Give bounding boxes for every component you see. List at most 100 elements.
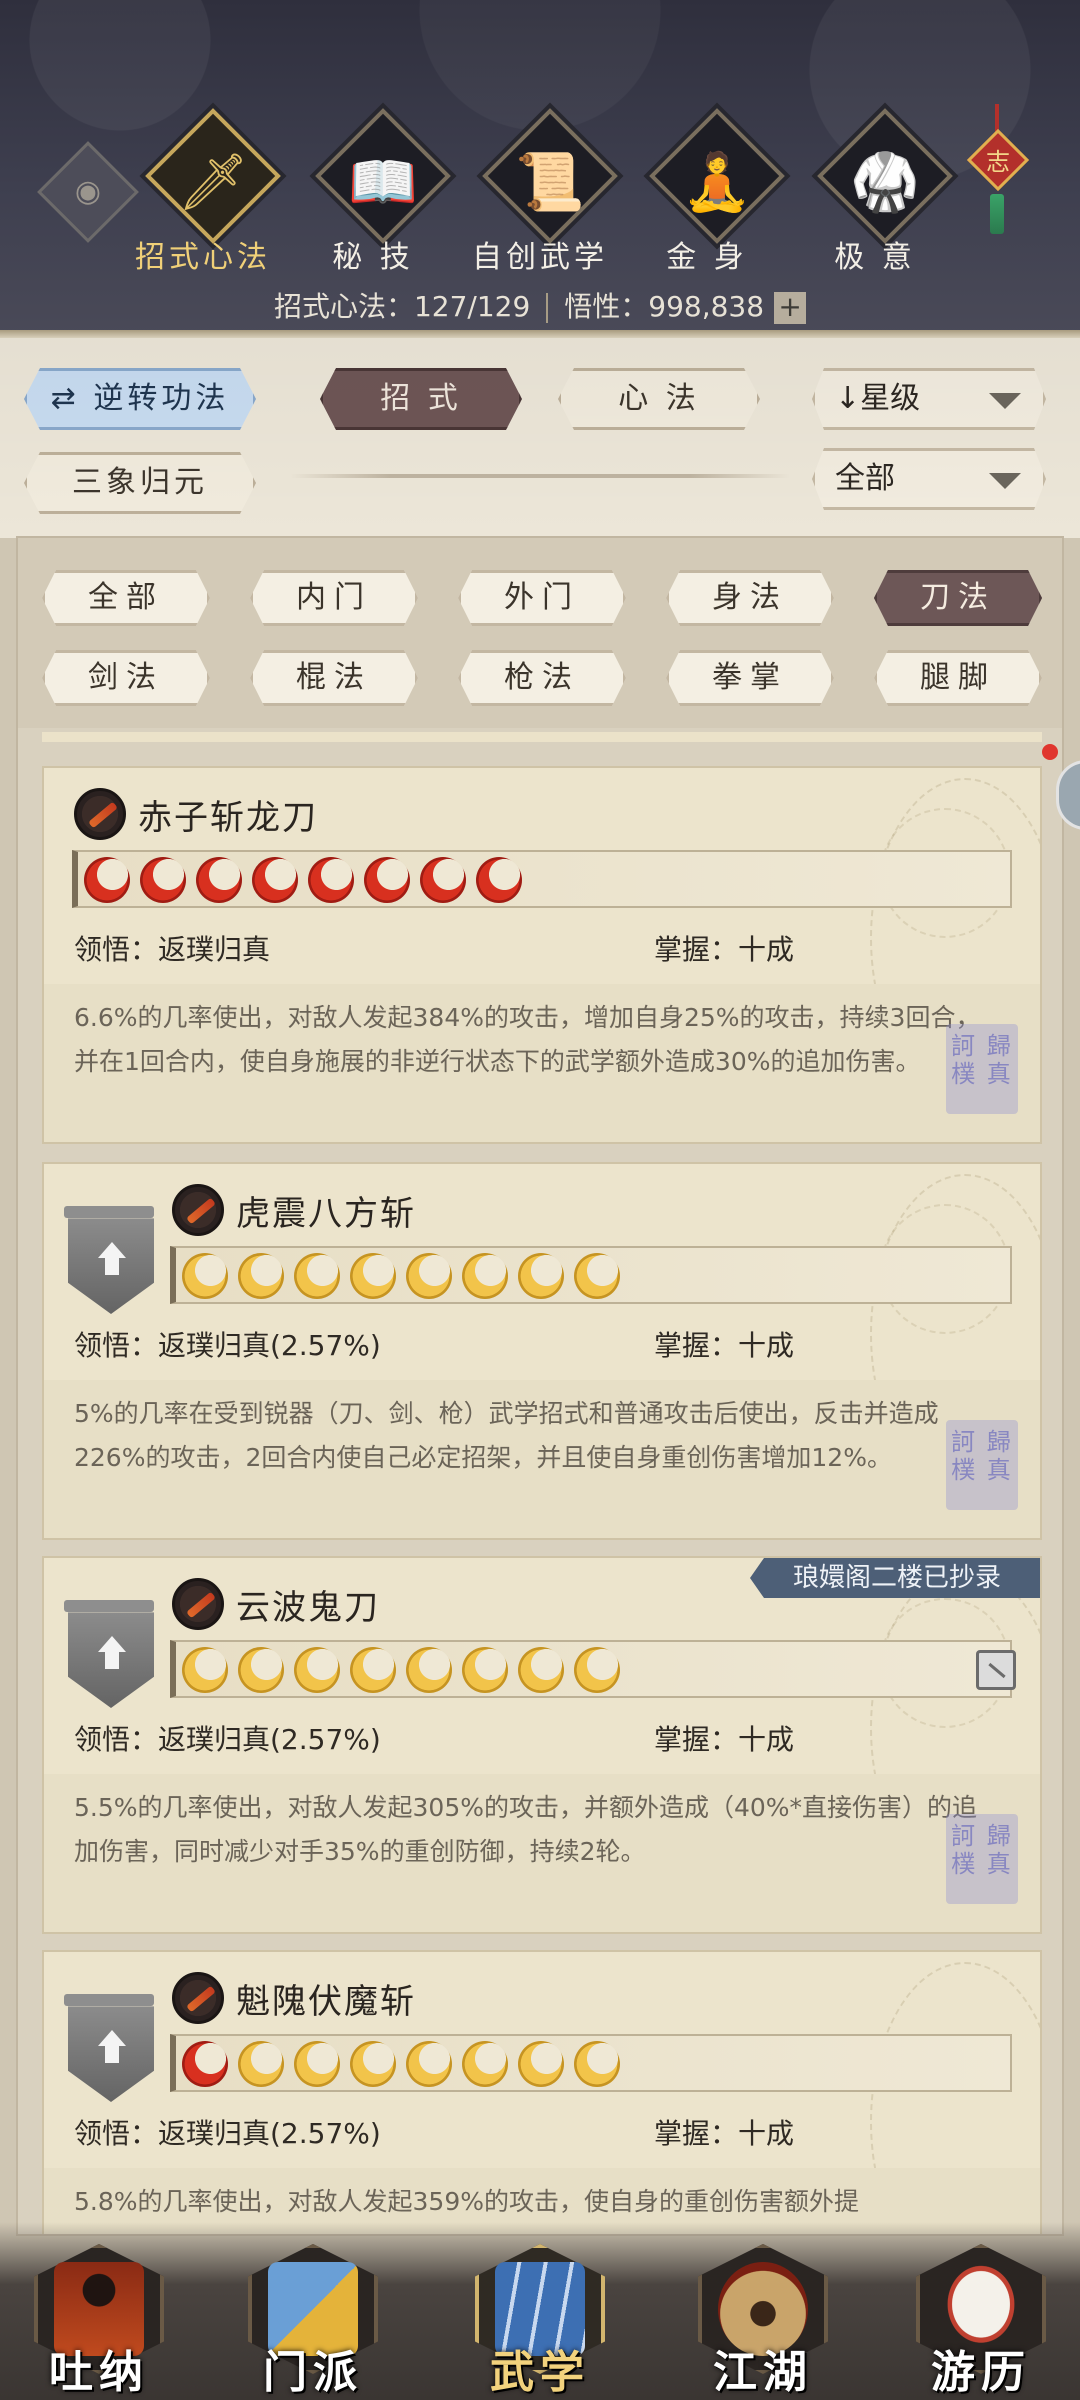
eye-icon: ◉ [74, 174, 102, 209]
scroll-brush-icon: 📜 [515, 150, 585, 215]
tab-moves[interactable]: 招 式 [320, 368, 522, 430]
star-icon [406, 1253, 452, 1299]
tab-self-created[interactable]: 📜 自创武学 [455, 108, 625, 278]
skill-card[interactable]: 魁隗伏魔斩 领悟：返璞归真(2.57%) 掌握：十成 5.8%的几率使出，对敌人… [42, 1950, 1042, 2234]
seal-stamp: 訶 歸 樸 真 [946, 1024, 1018, 1114]
knot-ornament-button[interactable]: 志 [962, 104, 1032, 254]
copy-scroll-icon[interactable] [976, 1650, 1016, 1690]
filter-fist[interactable]: 拳掌 [666, 650, 834, 706]
filter-spear[interactable]: 枪法 [458, 650, 626, 706]
header: ◉ 🗡 招式心法 📖 秘 技 📜 自创武学 🧘 金 身 🥋 极 意 志 招式心法… [0, 0, 1080, 338]
star-icon [238, 2041, 284, 2087]
filter-staff[interactable]: 棍法 [250, 650, 418, 706]
star-icon [476, 857, 522, 903]
star-icon [350, 2041, 396, 2087]
sword-icon: 🗡 [177, 150, 249, 215]
tab-ultimate-intent[interactable]: 🥋 极 意 [790, 108, 960, 278]
upgrade-badge-button[interactable] [68, 1612, 154, 1708]
nav-label: 门派 [263, 2347, 363, 2398]
header-border [0, 330, 1080, 338]
nav-label: 江湖 [713, 2347, 813, 2398]
star-icon [574, 2041, 620, 2087]
star-rating [170, 1640, 1012, 1698]
filter-inner[interactable]: 内门 [250, 570, 418, 626]
tab-mind[interactable]: 心 法 [558, 368, 760, 430]
star-icon [182, 1253, 228, 1299]
filter-blade[interactable]: 刀法 [874, 570, 1042, 626]
star-icon [364, 857, 410, 903]
filter-movement[interactable]: 身法 [666, 570, 834, 626]
mastery-label: 掌握：十成 [654, 933, 795, 966]
reverse-technique-button[interactable]: ⇄ 逆转功法 [24, 368, 256, 430]
star-icon [182, 1647, 228, 1693]
blade-skill-icon [172, 1578, 224, 1630]
skill-card[interactable]: 琅嬛阁二楼已抄录 云波鬼刀 领悟：返璞归真(2.57%) 掌握：十成 5.5%的… [42, 1556, 1042, 1934]
tab-moves-mind[interactable]: 🗡 招式心法 [118, 108, 288, 278]
skill-name: 虎震八方斩 [236, 1194, 416, 1234]
star-icon [294, 2041, 340, 2087]
divider-ornament [290, 474, 790, 478]
skill-name: 云波鬼刀 [236, 1588, 380, 1628]
skill-description: 5%的几率在受到锐器（刀、剑、枪）武学招式和普通攻击后使出，反击并造成226%的… [74, 1399, 939, 1472]
filter-sword[interactable]: 剑法 [42, 650, 210, 706]
mastery-label: 掌握：十成 [654, 1329, 795, 1362]
nav-travel[interactable]: 游历 [906, 2244, 1056, 2398]
sort-dropdown[interactable]: ↓星级 [812, 368, 1046, 430]
tab-secret-skills[interactable]: 📖 秘 技 [288, 108, 458, 278]
swap-icon: ⇄ [50, 381, 94, 416]
sort-down-icon: ↓ [835, 381, 861, 416]
add-insight-button[interactable]: + [774, 292, 807, 324]
comprehension-label: 领悟：返璞归真(2.57%) [74, 1723, 381, 1756]
skill-name: 魁隗伏魔斩 [236, 1982, 416, 2022]
up-arrow-icon [98, 1242, 126, 1258]
nav-jianghu[interactable]: 江湖 [688, 2244, 838, 2398]
star-rating [170, 2034, 1012, 2092]
comprehension-label: 领悟：返璞归真(2.57%) [74, 1329, 381, 1362]
notification-dot [1042, 744, 1058, 760]
sanxiang-button[interactable]: 三象归元 [24, 452, 256, 514]
upgrade-badge-button[interactable] [68, 2006, 154, 2102]
skill-name: 赤子斩龙刀 [138, 798, 318, 838]
skill-description: 6.6%的几率使出，对敌人发起384%的攻击，增加自身25%的攻击，持续3回合，… [74, 1003, 981, 1076]
star-icon [462, 1253, 508, 1299]
filter-dropdown[interactable]: 全部 [812, 448, 1046, 510]
filter-all[interactable]: 全部 [42, 570, 210, 626]
tab-label: 极 意 [834, 240, 916, 275]
star-icon [406, 1647, 452, 1693]
skill-card[interactable]: 虎震八方斩 领悟：返璞归真(2.57%) 掌握：十成 5%的几率在受到锐器（刀、… [42, 1162, 1042, 1540]
nav-martial-arts[interactable]: 武学 [465, 2244, 615, 2398]
insight-value: 悟性：998,838 [564, 290, 765, 323]
copied-ribbon: 琅嬛阁二楼已抄录 [750, 1558, 1040, 1598]
star-icon [406, 2041, 452, 2087]
star-icon [350, 1647, 396, 1693]
star-icon [196, 857, 242, 903]
comprehension-label: 领悟：返璞归真 [74, 933, 271, 966]
star-icon [238, 1647, 284, 1693]
star-icon [238, 1253, 284, 1299]
tab-label: 招式心法 [135, 240, 271, 275]
chevron-down-icon [989, 393, 1021, 409]
star-rating [170, 1246, 1012, 1304]
up-arrow-icon [98, 1636, 126, 1652]
tab-golden-body[interactable]: 🧘 金 身 [622, 108, 792, 278]
skill-panel: 全部 内门 外门 身法 刀法 剑法 棍法 枪法 拳掌 腿脚 赤子斩龙刀 领悟：返… [16, 536, 1064, 2236]
nav-label: 吐纳 [49, 2347, 149, 2398]
star-icon [294, 1647, 340, 1693]
seal-stamp: 訶 歸 樸 真 [946, 1420, 1018, 1510]
tab-label: 自创武学 [472, 240, 608, 275]
nav-sect[interactable]: 门派 [238, 2244, 388, 2398]
up-arrow-icon [98, 2030, 126, 2046]
nav-label: 武学 [490, 2347, 590, 2398]
filter-leg[interactable]: 腿脚 [874, 650, 1042, 706]
star-icon [518, 1253, 564, 1299]
moves-count: 招式心法：127/129 [273, 290, 531, 323]
nav-breathing[interactable]: 吐纳 [24, 2244, 174, 2398]
filter-outer[interactable]: 外门 [458, 570, 626, 626]
nav-label: 游历 [931, 2347, 1031, 2398]
star-icon [420, 857, 466, 903]
upgrade-badge-button[interactable] [68, 1218, 154, 1314]
skill-card[interactable]: 赤子斩龙刀 领悟：返璞归真 掌握：十成 6.6%的几率使出，对敌人发起384%的… [42, 766, 1042, 1144]
martial-stance-icon: 🥋 [850, 150, 920, 215]
star-rating [72, 850, 1012, 908]
star-icon [84, 857, 130, 903]
